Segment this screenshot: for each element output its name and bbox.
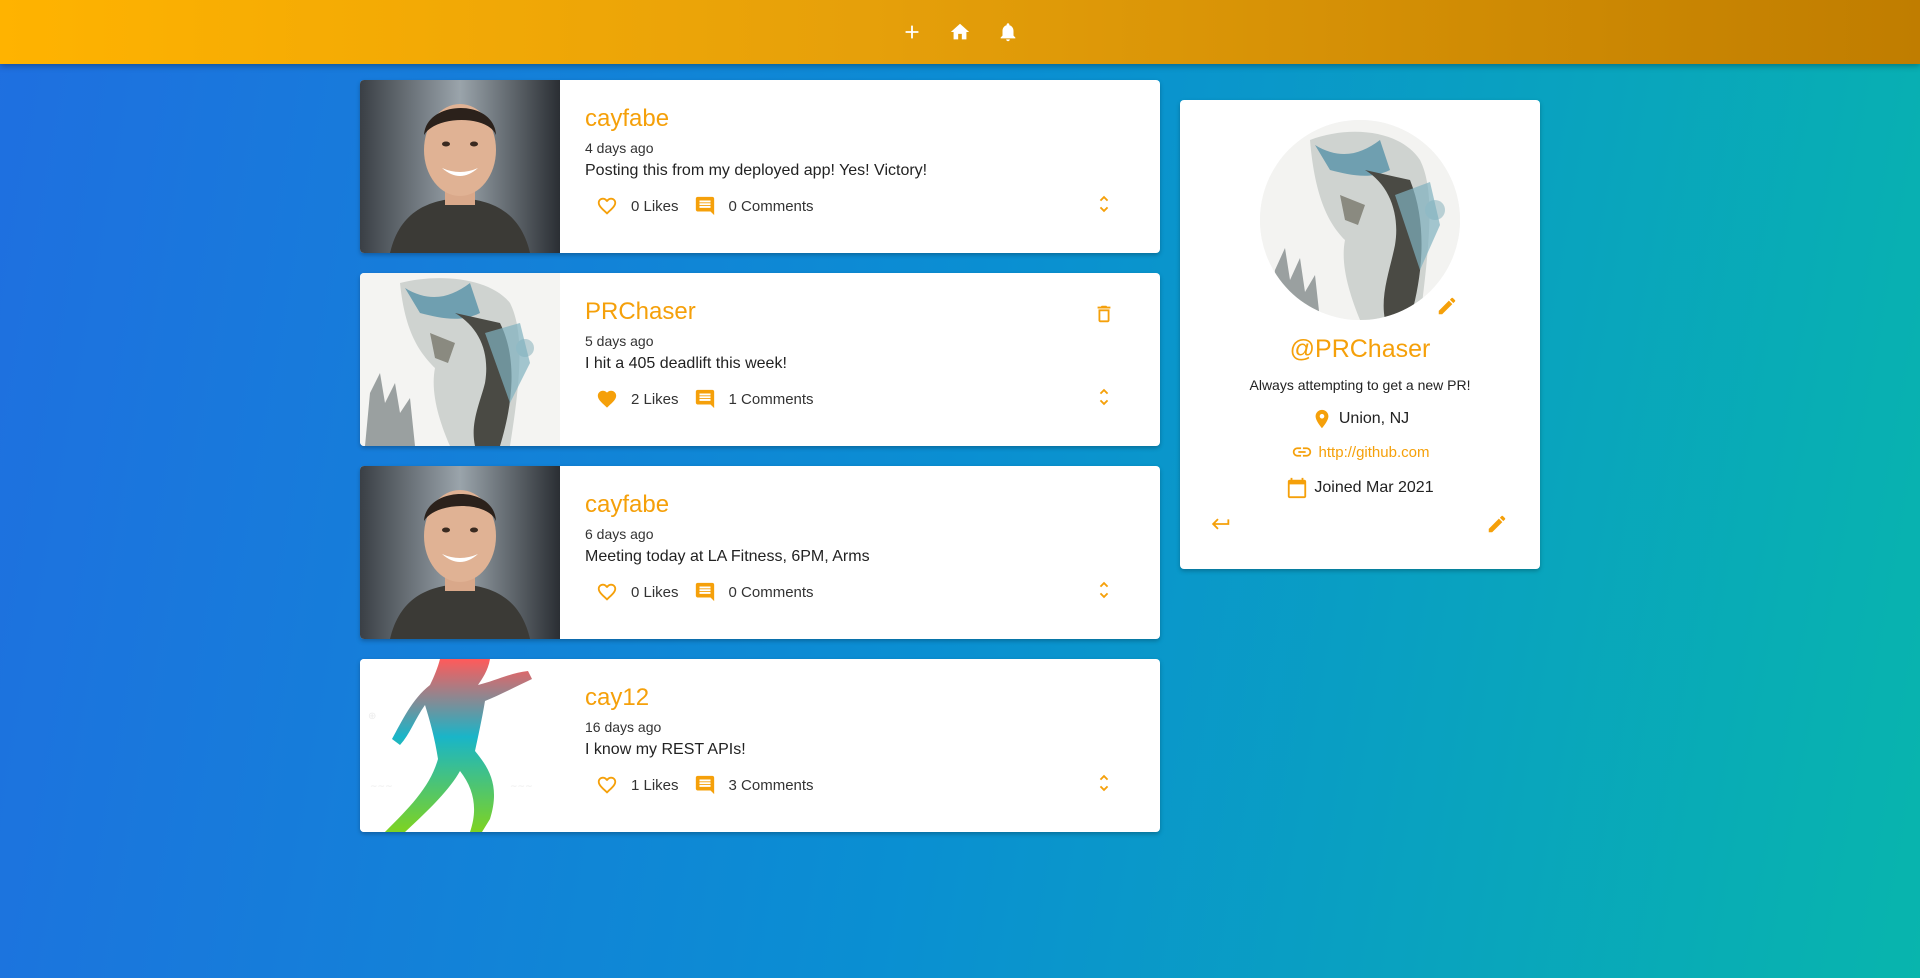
heart-outline-icon [597,583,617,601]
home-icon [950,23,970,40]
likes-count: 2 Likes [631,390,679,408]
comments-button[interactable] [693,387,717,411]
calendar-icon [1288,477,1307,499]
comments-count: 3 Comments [728,776,814,794]
post-body: cayfabe 4 days ago Posting this from my … [585,105,1140,180]
comment-icon [695,389,714,409]
like-button[interactable] [595,580,619,604]
profile-joined: Joined Mar 2021 [1180,477,1540,499]
post-image: ⊕ ~~~ ~~~ [360,659,560,832]
edit-avatar-button[interactable] [1436,295,1460,319]
trash-icon [1097,305,1111,323]
post-body: cayfabe 6 days ago Meeting today at LA F… [585,491,1140,566]
expand-post-button[interactable] [1093,386,1117,410]
post-card: cayfabe 6 days ago Meeting today at LA F… [360,466,1160,639]
comments-button[interactable] [693,773,717,797]
notifications-button[interactable] [996,20,1020,44]
post-author-link[interactable]: cayfabe [585,105,669,132]
comments-count: 0 Comments [728,197,814,215]
post-actions: 2 Likes 1 Comments [595,387,828,411]
post-author-link[interactable]: cayfabe [585,491,669,518]
post-feed: cayfabe 4 days ago Posting this from my … [360,80,1160,852]
post-actions: 0 Likes 0 Comments [595,580,828,604]
unfold-more-icon [1099,774,1109,792]
post-timestamp: 4 days ago [585,140,654,157]
heart-filled-icon [597,390,617,408]
post-author-link[interactable]: cay12 [585,684,649,711]
post-timestamp: 6 days ago [585,526,654,543]
profile-joined-text: Joined Mar 2021 [1314,479,1434,496]
comments-count: 1 Comments [728,390,814,408]
profile-location: Union, NJ [1180,408,1540,430]
profile-handle-link[interactable]: @PRChaser [1180,335,1540,364]
unfold-more-icon [1099,581,1109,599]
likes-count: 0 Likes [631,197,679,215]
post-text: I hit a 405 deadlift this week! [585,355,787,373]
unfold-more-icon [1099,195,1109,213]
expand-post-button[interactable] [1093,193,1117,217]
post-timestamp: 16 days ago [585,719,662,736]
svg-text:~~~: ~~~ [370,782,393,792]
expand-post-button[interactable] [1093,579,1117,603]
likes-count: 1 Likes [631,776,679,794]
add-icon [905,25,919,39]
comment-icon [695,775,714,795]
like-button[interactable] [595,194,619,218]
profile-location-text: Union, NJ [1338,410,1410,427]
profile-website: http://github.com [1180,441,1540,463]
expand-post-button[interactable] [1093,772,1117,796]
post-text: Posting this from my deployed app! Yes! … [585,162,928,180]
svg-text:⊕: ⊕ [368,711,376,722]
post-image [360,273,560,446]
post-actions: 0 Likes 0 Comments [595,194,828,218]
profile-bio: Always attempting to get a new PR! [1249,377,1471,393]
post-timestamp: 5 days ago [585,333,654,350]
heart-outline-icon [597,776,617,794]
location-pin-icon [1315,409,1329,429]
comments-button[interactable] [693,580,717,604]
like-button[interactable] [595,387,619,411]
edit-profile-button[interactable] [1486,513,1510,537]
post-body: cay12 16 days ago I know my REST APIs! [585,684,1140,759]
post-card: cayfabe 4 days ago Posting this from my … [360,80,1160,253]
heart-outline-icon [597,197,617,215]
pencil-icon [1488,515,1506,533]
post-body: PRChaser 5 days ago I hit a 405 deadlift… [585,298,1140,373]
delete-post-button[interactable] [1093,303,1117,327]
avatar [1260,120,1460,320]
post-text: I know my REST APIs! [585,741,746,759]
post-image [360,80,560,253]
link-icon [1292,447,1311,457]
keyboard-return-icon [1211,518,1230,530]
app-bar [0,0,1920,64]
notifications-icon [1000,23,1016,42]
post-card: PRChaser 5 days ago I hit a 405 deadlift… [360,273,1160,446]
post-actions: 1 Likes 3 Comments [595,773,828,797]
unfold-more-icon [1099,388,1109,406]
logout-button[interactable] [1210,513,1234,537]
post-text: Meeting today at LA Fitness, 6PM, Arms [585,548,870,566]
comments-count: 0 Comments [728,583,814,601]
home-button[interactable] [948,20,972,44]
svg-text:~~~: ~~~ [510,782,533,792]
post-card: ⊕ ~~~ ~~~ cay12 16 days ago I know my RE… [360,659,1160,832]
comment-icon [695,582,714,602]
profile-card: @PRChaser Always attempting to get a new… [1180,100,1540,569]
pencil-icon [1438,297,1456,315]
post-author-link[interactable]: PRChaser [585,298,696,325]
add-post-button[interactable] [900,20,924,44]
likes-count: 0 Likes [631,583,679,601]
comments-button[interactable] [693,194,717,218]
like-button[interactable] [595,773,619,797]
profile-website-link[interactable]: http://github.com [1319,444,1430,461]
post-image [360,466,560,639]
comment-icon [695,196,714,216]
